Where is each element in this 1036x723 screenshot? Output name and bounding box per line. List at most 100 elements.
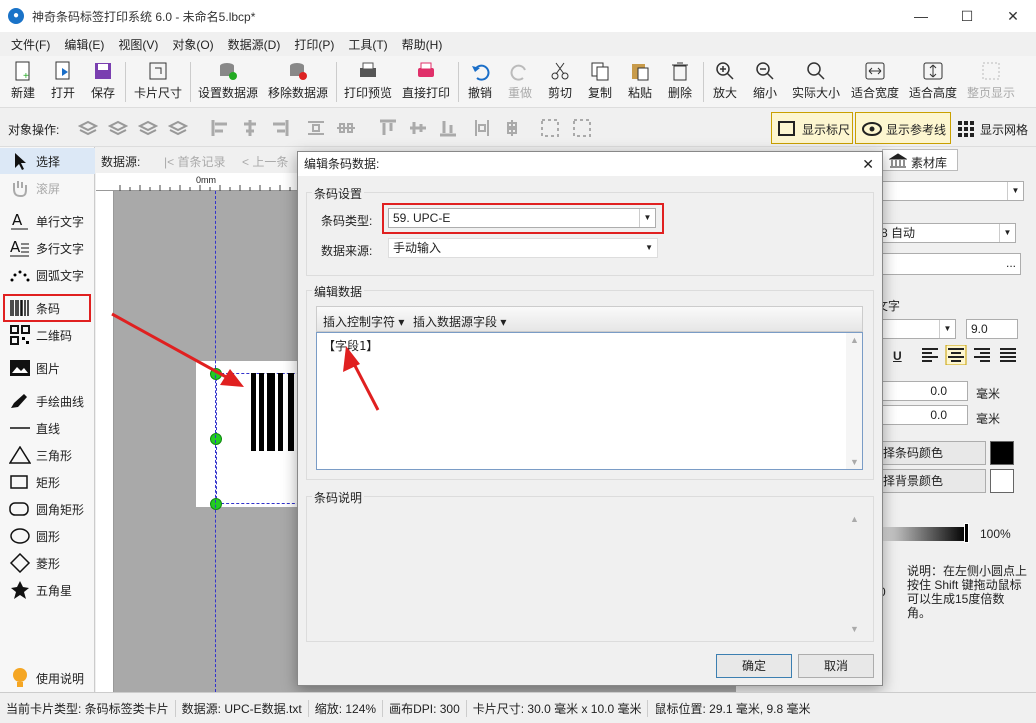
menu-view[interactable]: 视图(V) [111,36,165,53]
tool-rectangle[interactable]: 矩形 [0,469,95,495]
background-color-button[interactable]: 择背景颜色 [876,469,986,493]
group-icon[interactable] [540,118,560,138]
delete-button[interactable]: 删除 [663,58,697,106]
remove-datasource-button[interactable]: 移除数据源 [265,58,331,106]
underline-button[interactable]: U [893,349,902,363]
font-combo[interactable]: ▼ [876,319,956,339]
layer-top-icon[interactable] [78,118,98,138]
layer-down-icon[interactable] [138,118,158,138]
open-button[interactable]: 打开 [46,58,80,106]
show-guides-toggle[interactable]: 显示参考线 [855,112,951,144]
menu-datasource[interactable]: 数据源(D) [221,36,288,53]
print-preview-button[interactable]: 打印预览 [341,58,395,106]
direct-print-button[interactable]: 直接打印 [399,58,453,106]
layer-bottom-icon[interactable] [168,118,188,138]
align-left-icon[interactable] [210,118,230,138]
auto-combo[interactable]: 8 自动 ▼ [876,223,1016,243]
print-preview-icon [360,62,376,77]
resize-handle[interactable] [210,433,222,445]
menu-help[interactable]: 帮助(H) [395,36,450,53]
distribute-v-icon[interactable] [336,118,356,138]
same-height-icon[interactable] [502,118,522,138]
background-color-swatch[interactable] [990,469,1014,493]
opacity-slider-handle[interactable] [964,523,969,543]
resize-handle[interactable] [210,498,222,510]
align-right-icon[interactable] [270,118,290,138]
barcode-color-swatch[interactable] [990,441,1014,465]
cut-button[interactable]: 剪切 [543,58,577,106]
zoom-in-button[interactable]: 放大 [708,58,742,106]
menu-edit[interactable]: 编辑(E) [57,36,111,53]
dialog-close-icon[interactable]: ✕ [862,152,874,176]
show-ruler-toggle[interactable]: 显示标尺 [771,112,853,144]
value-field[interactable]: ... [876,253,1021,275]
ok-button[interactable]: 确定 [716,654,792,678]
opacity-slider[interactable] [876,527,966,541]
barcode-color-button[interactable]: 择条码颜色 [876,441,986,465]
menu-tools[interactable]: 工具(T) [341,36,394,53]
insert-control-char-button[interactable]: 插入控制字符 ▾ [323,313,404,330]
card-size-button[interactable]: 卡片尺寸 [130,58,186,106]
resize-handle[interactable] [210,368,222,380]
tool-help[interactable]: 使用说明 [0,665,95,691]
tool-qrcode[interactable]: 二维码 [0,322,95,348]
align-center-icon[interactable] [240,118,260,138]
data-source-select[interactable]: 手动输入 ▼ [388,238,658,258]
distribute-h-icon[interactable] [306,118,326,138]
tool-rounded-rect[interactable]: 圆角矩形 [0,496,95,522]
tool-triangle[interactable]: 三角形 [0,442,95,468]
same-width-icon[interactable] [472,118,492,138]
menu-print[interactable]: 打印(P) [287,36,341,53]
fit-width-button[interactable]: 适合宽度 [848,58,902,106]
align-bottom-icon[interactable] [438,118,458,138]
tool-multi-text[interactable]: A 多行文字 [0,235,95,261]
barcode-data-textarea[interactable]: 【字段1】 ▲ ▼ [316,332,863,470]
textarea-scrollbar[interactable]: ▲ ▼ [846,333,862,469]
close-button[interactable]: ✕ [990,0,1036,32]
first-record-button[interactable]: |< 首条记录 [164,153,225,170]
align-top-icon[interactable] [378,118,398,138]
align-buttons[interactable] [920,345,1020,365]
svg-text:A: A [10,239,21,256]
menu-file[interactable]: 文件(F) [4,36,57,53]
font-size-spinner[interactable]: 9.0 [966,319,1018,339]
redo-button[interactable]: 重做 [503,58,537,106]
page-fit-button[interactable]: 整页显示 [964,58,1018,106]
tool-select[interactable]: 选择 [0,148,95,174]
tool-diamond[interactable]: 菱形 [0,550,95,576]
save-button[interactable]: 保存 [86,58,120,106]
offset-x-field[interactable]: 0.0 [876,381,968,401]
prev-record-button[interactable]: < 上一条 [242,153,288,170]
tool-single-text[interactable]: A 单行文字 [0,208,95,234]
zoom-out-button[interactable]: 缩小 [748,58,782,106]
paste-button[interactable]: 粘贴 [623,58,657,106]
maximize-button[interactable]: ☐ [944,0,990,32]
offset-y-field[interactable]: 0.0 [876,405,968,425]
menu-object[interactable]: 对象(O) [165,36,220,53]
new-button[interactable]: + 新建 [6,58,40,106]
insert-field-button[interactable]: 插入数据源字段 ▾ [413,313,506,330]
lightbulb-icon [13,668,27,687]
undo-button[interactable]: 撤销 [463,58,497,106]
ungroup-icon[interactable] [572,118,592,138]
tab-material[interactable]: 素材库 [882,149,958,171]
set-datasource-button[interactable]: 设置数据源 [195,58,261,106]
fit-height-button[interactable]: 适合高度 [906,58,960,106]
description-scrollbar[interactable]: ▲ ▼ [846,512,862,636]
status-card-type[interactable]: 当前卡片类型: 条码标签类卡片 [0,699,176,717]
show-grid-toggle[interactable]: 显示网格 [953,112,1033,144]
align-middle-icon[interactable] [408,118,428,138]
copy-button[interactable]: 复制 [583,58,617,106]
object-combo[interactable]: ▼ [876,181,1024,201]
tool-freehand[interactable]: 手绘曲线 [0,388,95,414]
tool-line[interactable]: 直线 [0,415,95,441]
actual-size-button[interactable]: 实际大小 [788,58,844,106]
cancel-button[interactable]: 取消 [798,654,874,678]
tool-star[interactable]: 五角星 [0,577,95,603]
layer-up-icon[interactable] [108,118,128,138]
tool-scroll[interactable]: 滚屏 [0,175,95,201]
tool-arc-text[interactable]: 圆弧文字 [0,262,95,288]
minimize-button[interactable]: — [898,0,944,32]
tool-image[interactable]: 图片 [0,355,95,381]
tool-circle[interactable]: 圆形 [0,523,95,549]
